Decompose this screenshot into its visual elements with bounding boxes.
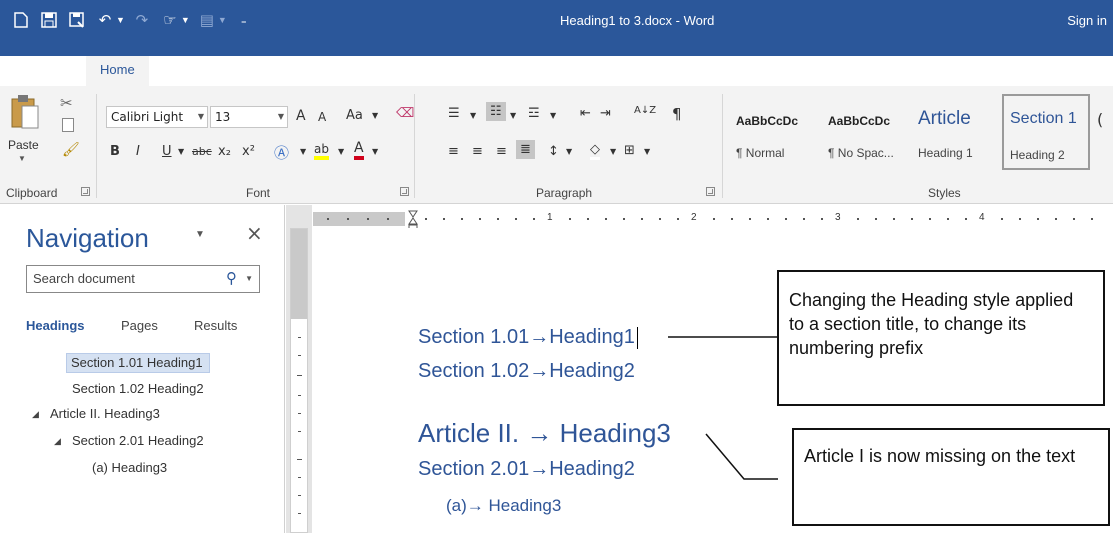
callout-heading-style: Changing the Heading style applied to a … [777, 270, 1105, 406]
callout-line-2 [705, 433, 778, 480]
callout-article-missing: Article I is now missing on the text [792, 428, 1110, 526]
